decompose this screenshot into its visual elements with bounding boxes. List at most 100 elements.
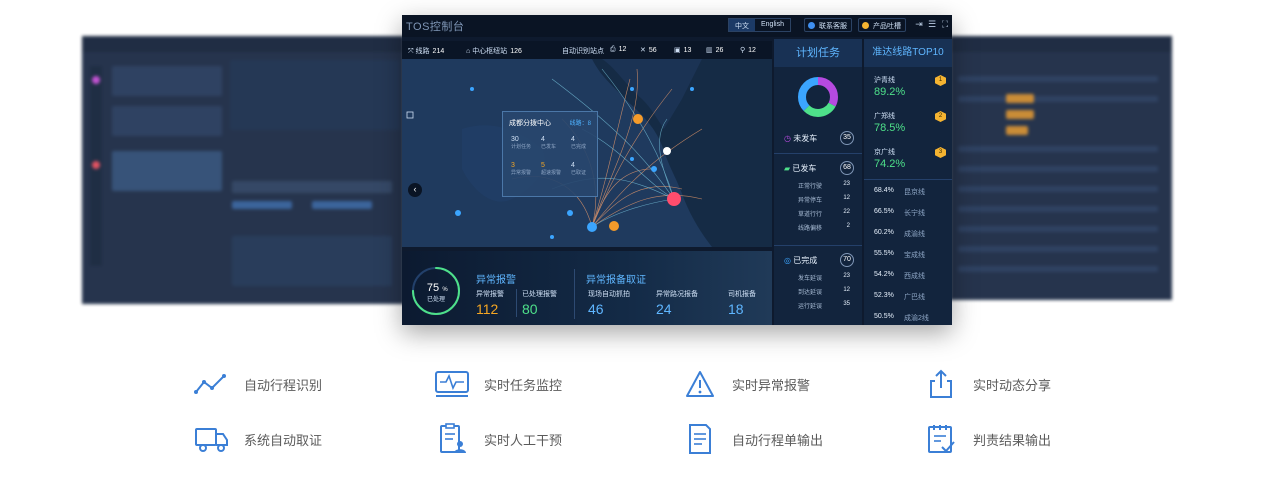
feature-alarm: 实时异常报警 (682, 369, 810, 399)
stat-3: ▣ 13 (674, 47, 692, 54)
warning-triangle-icon (682, 369, 718, 399)
rank1-name: 沪青线 (874, 77, 895, 84)
alarm-section-title: 异常报警 (476, 275, 516, 286)
completed-sub-value: 23 (843, 273, 850, 279)
popup-cell: 4 已取证 (571, 162, 587, 176)
hub-info-popup: 成都分拨中心 线路：8 30 计划任务 4 已发车 4 已完成 3 异常报警 5 超速报警… (502, 111, 598, 197)
left-background-screen (82, 36, 404, 304)
language-switch[interactable]: 中文 English (728, 18, 791, 32)
feature-label: 自动行程识别 (244, 377, 323, 393)
completed-sub-value: 35 (843, 301, 850, 307)
top10-panel: 准达线路TOP10 沪青线 89.2% 1 广郑线 78.5% 2 京广线 74… (864, 39, 952, 325)
departed-sub-value: 2 (846, 223, 850, 229)
product-feedback-button[interactable]: 产品吐槽 (858, 18, 906, 32)
rank-list-name: 成渝2线 (904, 315, 929, 322)
chat-icon (808, 22, 815, 29)
rank-list-name: 昆京线 (904, 189, 925, 196)
completed-count: 70 (840, 253, 854, 267)
rank-list-name: 长宁线 (904, 210, 925, 217)
completed-sub-value: 12 (843, 287, 850, 293)
menu-icon[interactable]: ☰ (927, 19, 937, 29)
rank-list-pct: 66.5% (874, 208, 894, 215)
share-upload-icon (923, 369, 959, 399)
auto-site-label: 自动识别站点 (562, 48, 604, 55)
rank3-pct: 74.2% (874, 158, 906, 170)
top10-title: 准达线路TOP10 (864, 39, 952, 67)
svg-text:75: 75 (427, 282, 439, 294)
stat-5: ⚲ 12 (740, 47, 756, 54)
monitor-pulse-icon (434, 369, 470, 399)
contact-support-button[interactable]: 联系客服 (804, 18, 852, 32)
alarm-panel: 75 % 已处理 异常报警 异常报警 112 已处理报警 80 异常报备取证 现… (402, 251, 772, 325)
departed-count: 68 (840, 161, 854, 175)
fullscreen-icon[interactable]: ⛶ (940, 19, 950, 29)
rank-list-pct: 55.5% (874, 250, 894, 257)
popup-title: 成都分拨中心 (509, 120, 551, 127)
completed-label: ◎ 已完成 (784, 256, 818, 265)
dashboard-screen: TOS控制台 中文 English 联系客服 产品吐槽 ⇥ ☰ ⛶ ⤧ 线路 21… (402, 15, 952, 325)
popup-cell: 4 已发车 (541, 136, 557, 150)
processed-label: 已处理报警 (522, 291, 557, 298)
rank2-name: 广郑线 (874, 113, 895, 120)
feature-task-monitor: 实时任务监控 (434, 369, 562, 399)
hub-stat: ⌂ 中心枢纽站 126 (466, 48, 522, 55)
top-bar: TOS控制台 中文 English 联系客服 产品吐槽 ⇥ ☰ ⛶ (402, 15, 952, 37)
road-report-count: 24 (656, 301, 672, 317)
rank-list-name: 宝成线 (904, 252, 925, 259)
truck-icon (194, 424, 230, 454)
departed-sub-label: 异常停车 (798, 198, 823, 204)
right-background-screen (950, 36, 1172, 300)
svg-text:%: % (442, 287, 448, 293)
evidence-section-title: 异常报备取证 (586, 275, 646, 286)
lines-stat: ⤧ 线路 214 (408, 48, 445, 55)
not-departed-count: 35 (840, 131, 854, 145)
popup-cell: 5 超速报警 (541, 162, 562, 176)
feature-label: 系统自动取证 (244, 432, 323, 448)
route-line-icon (194, 369, 230, 399)
rank-list-pct: 54.2% (874, 271, 894, 278)
alarm-label: 异常报警 (476, 291, 504, 298)
lang-en-button[interactable]: English (755, 19, 790, 31)
rank1-medal-icon: 1 (935, 75, 946, 86)
map-prev-button[interactable]: ‹ (408, 183, 422, 197)
stat-2: ✕ 56 (640, 47, 657, 54)
departed-sub-value: 12 (843, 195, 850, 201)
departed-sub-label: 草道行行 (798, 212, 823, 218)
feature-label: 判责结果输出 (973, 432, 1052, 448)
app-title: TOS控制台 (406, 21, 465, 33)
clipboard-user-icon (434, 423, 470, 454)
rank2-pct: 78.5% (874, 122, 906, 134)
plan-tasks-panel: 计划任务 ◷ 未发车 35 ▰ 已发车 68 正常行驶 23 异常停车 12 草道行… (774, 39, 862, 325)
logout-icon[interactable]: ⇥ (914, 19, 924, 29)
popup-lines: 线路：8 (569, 121, 591, 127)
svg-text:已处理: 已处理 (427, 295, 445, 303)
lang-zh-button[interactable]: 中文 (729, 19, 755, 31)
rank3-name: 京广线 (874, 149, 895, 156)
not-departed-label: ◷ 未发车 (784, 134, 818, 143)
feature-label: 自动行程单输出 (732, 432, 824, 448)
feature-manual: 实时人工干预 (434, 423, 562, 454)
rank-list-name: 西成线 (904, 273, 925, 280)
departed-sub-label: 正常行驶 (798, 184, 823, 190)
departed-sub-value: 23 (843, 181, 850, 187)
feature-label: 实时动态分享 (973, 377, 1052, 393)
rank-list-pct: 50.5% (874, 313, 894, 320)
feature-auto-trip: 自动行程识别 (194, 369, 322, 399)
driver-report-label: 司机报备 (728, 291, 756, 298)
feature-evidence: 系统自动取证 (194, 424, 322, 454)
feature-trip-sheet: 自动行程单输出 (682, 424, 823, 454)
completed-sub-label: 运行延误 (798, 304, 823, 310)
rank-list-pct: 68.4% (874, 187, 894, 194)
rank-list-pct: 60.2% (874, 229, 894, 236)
departed-sub-value: 22 (843, 209, 850, 215)
stat-4: ▥ 26 (706, 47, 724, 54)
completed-sub-label: 发车延误 (798, 276, 823, 282)
popup-cell: 30 计划任务 (511, 136, 532, 150)
route-map[interactable]: 成都分拨中心 线路：8 30 计划任务 4 已发车 4 已完成 3 异常报警 5 超速报警… (402, 59, 772, 247)
plan-title: 计划任务 (774, 39, 862, 67)
plan-donut-chart (798, 77, 838, 117)
popup-cell: 3 异常报警 (511, 162, 532, 176)
document-lines-icon (682, 424, 718, 454)
departed-sub-label: 线路偏移 (798, 226, 823, 232)
capture-count: 46 (588, 301, 604, 317)
